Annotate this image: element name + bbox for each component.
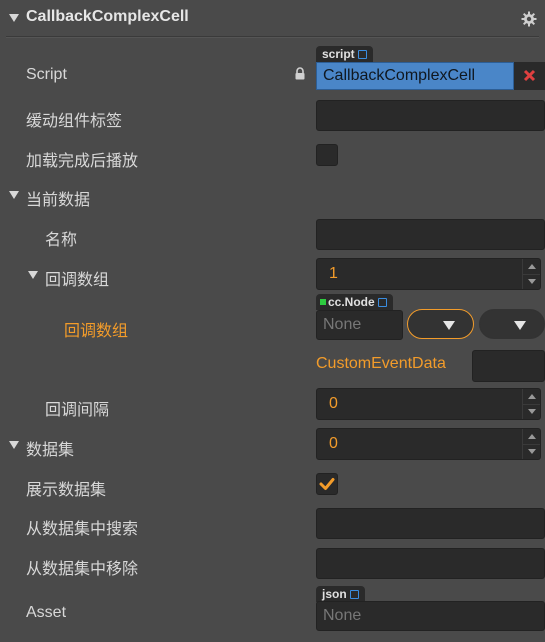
current-data-fold-arrow-icon[interactable] <box>9 191 19 199</box>
custom-event-data-input[interactable] <box>472 350 545 382</box>
custom-event-data-label: CustomEventData <box>316 355 446 372</box>
search-dataset-input[interactable] <box>316 508 545 539</box>
name-input[interactable] <box>316 219 545 250</box>
chevron-down-icon <box>443 321 455 330</box>
dataset-label: 数据集 <box>26 442 75 459</box>
show-dataset-label: 展示数据集 <box>26 482 107 499</box>
search-dataset-label: 从数据集中搜索 <box>26 521 139 538</box>
node-type-tag[interactable]: cc.Node <box>316 294 393 310</box>
script-type-tag[interactable]: script <box>316 46 373 62</box>
asset-field[interactable]: None <box>316 601 545 631</box>
collapse-arrow-icon[interactable] <box>9 14 19 22</box>
callback-array-label: 回调数组 <box>45 272 110 289</box>
node-type-icon <box>320 299 326 305</box>
load-play-label: 加载完成后播放 <box>26 153 139 170</box>
remove-button[interactable] <box>514 62 545 90</box>
show-dataset-checkbox[interactable] <box>316 473 338 495</box>
callback-array-size-input[interactable]: 1 <box>316 258 541 290</box>
target-node-value: None <box>323 316 362 333</box>
component-select[interactable] <box>407 309 474 339</box>
node-tag-label: cc.Node <box>328 295 375 309</box>
external-link-icon[interactable] <box>377 298 387 307</box>
target-node-field[interactable]: None <box>316 310 403 340</box>
remove-dataset-label: 从数据集中移除 <box>26 561 139 578</box>
script-tag-label: script <box>322 47 355 61</box>
script-field-value: CallbackComplexCell <box>323 67 476 84</box>
callback-item-label: 回调数组 <box>64 323 129 340</box>
cache-tag-label: 缓动组件标签 <box>26 113 123 130</box>
callback-array-fold-arrow-icon[interactable] <box>28 271 38 279</box>
remove-dataset-input[interactable] <box>316 548 545 579</box>
script-label: Script <box>26 66 67 83</box>
interval-value: 0 <box>329 395 338 412</box>
dataset-stepper[interactable] <box>522 429 540 459</box>
chevron-down-icon <box>514 321 526 330</box>
asset-tag-label: json <box>322 587 347 601</box>
handler-select[interactable] <box>479 309 545 339</box>
external-link-icon[interactable] <box>349 590 359 599</box>
checkmark-icon <box>319 478 335 490</box>
cache-tag-input[interactable] <box>316 100 545 131</box>
interval-input[interactable]: 0 <box>316 388 541 420</box>
load-play-checkbox[interactable] <box>316 144 338 166</box>
dataset-size-value: 0 <box>329 435 338 452</box>
interval-stepper[interactable] <box>522 389 540 419</box>
dataset-fold-arrow-icon[interactable] <box>9 441 19 449</box>
name-label: 名称 <box>45 232 78 249</box>
external-link-icon[interactable] <box>357 50 367 59</box>
callback-array-stepper[interactable] <box>522 259 540 289</box>
header-divider <box>6 36 539 38</box>
interval-label: 回调间隔 <box>45 402 110 419</box>
asset-value: None <box>323 607 362 624</box>
component-title: CallbackComplexCell <box>26 8 189 25</box>
current-data-label: 当前数据 <box>26 192 91 209</box>
gear-icon[interactable] <box>521 11 537 27</box>
asset-type-tag[interactable]: json <box>316 586 365 602</box>
script-field[interactable]: CallbackComplexCell <box>316 62 514 90</box>
callback-array-size-value: 1 <box>329 265 338 282</box>
lock-icon <box>295 67 305 80</box>
close-icon <box>523 69 536 82</box>
asset-label: Asset <box>26 604 67 621</box>
dataset-size-input[interactable]: 0 <box>316 428 541 460</box>
